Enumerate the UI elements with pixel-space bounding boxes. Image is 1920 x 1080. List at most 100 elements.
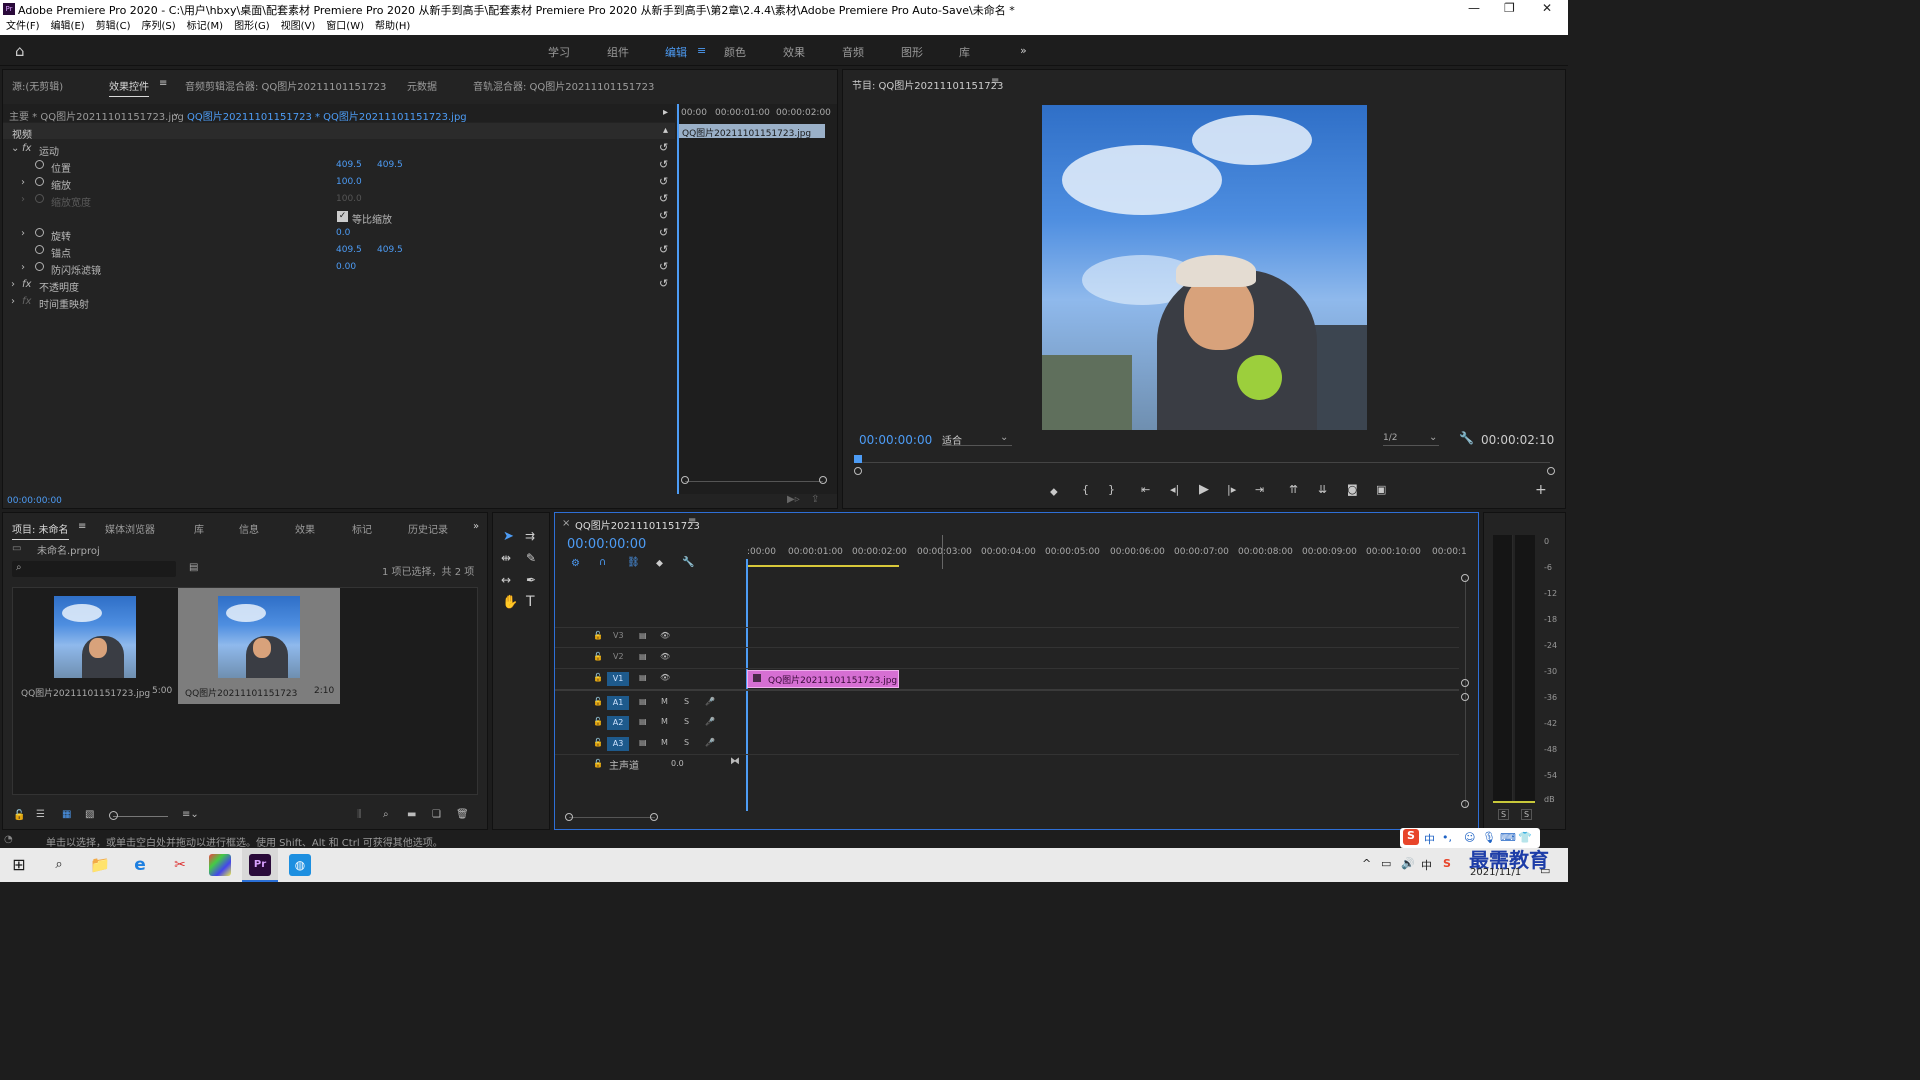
stopwatch-icon[interactable] — [35, 228, 44, 237]
timeline-timecode[interactable]: 00:00:00:00 — [567, 537, 646, 552]
razor-tool-icon[interactable]: ✎ — [526, 551, 536, 565]
mute-button[interactable]: M — [661, 697, 668, 706]
app-icon[interactable] — [209, 854, 231, 876]
scale-value[interactable]: 100.0 — [336, 177, 362, 187]
workspace-learn[interactable]: 学习 — [548, 44, 570, 60]
lock-icon[interactable]: 🔓 — [593, 717, 603, 726]
track-label[interactable]: A1 — [607, 696, 629, 710]
menu-marker[interactable]: 标记(M) — [187, 18, 223, 35]
ime-keyboard-icon[interactable]: ⌨ — [1500, 831, 1516, 844]
reset-icon[interactable]: ↺ — [659, 243, 668, 256]
freeform-view-icon[interactable]: ▧ — [85, 809, 94, 820]
sync-lock-icon[interactable]: ▤ — [639, 673, 647, 682]
scroll-handle-right[interactable] — [650, 813, 658, 821]
solo-button[interactable]: S — [684, 738, 689, 747]
lock-icon[interactable]: 🔓 — [593, 652, 603, 661]
microphone-icon[interactable]: 🎤 — [705, 697, 715, 706]
master-volume-value[interactable]: 0.0 — [671, 759, 684, 768]
solo-left-button[interactable]: S — [1498, 809, 1510, 820]
menu-window[interactable]: 窗口(W) — [326, 18, 364, 35]
app-icon[interactable]: ◍ — [289, 854, 311, 876]
find-icon[interactable]: ⌕ — [383, 809, 389, 820]
volume-icon[interactable]: 🔊 — [1401, 857, 1415, 870]
windows-start-icon[interactable]: ⊞ — [8, 854, 30, 876]
project-item[interactable]: QQ图片20211101151723.jpg 5:00 — [14, 588, 174, 704]
anti-flicker-value[interactable]: 0.00 — [336, 262, 356, 272]
tray-expand-icon[interactable]: ^ — [1362, 857, 1371, 870]
close-icon[interactable]: ✕ — [1542, 1, 1552, 15]
nest-icon[interactable]: ⚙ — [571, 558, 580, 569]
sync-lock-icon[interactable]: ▤ — [639, 738, 647, 747]
position-y-value[interactable]: 409.5 — [377, 160, 403, 170]
program-timecode[interactable]: 00:00:00:00 — [859, 433, 932, 447]
tab-project[interactable]: 项目: 未命名 — [12, 521, 69, 540]
list-view-icon[interactable]: ☰ — [36, 809, 45, 820]
eye-icon[interactable]: 👁 — [660, 652, 670, 661]
lock-icon[interactable]: 🔓 — [593, 673, 603, 682]
tab-audio-track-mixer[interactable]: 音轨混合器: QQ图片20211101151723 — [473, 78, 654, 93]
solo-button[interactable]: S — [684, 717, 689, 726]
reset-icon[interactable]: ↺ — [659, 158, 668, 171]
settings-wrench-icon[interactable]: 🔧 — [682, 557, 694, 568]
anchor-y-value[interactable]: 409.5 — [377, 245, 403, 255]
expand-icon[interactable]: › — [11, 296, 15, 307]
timeline-h-scrollbar[interactable] — [569, 817, 655, 818]
effect-time-remap[interactable]: › fx 时间重映射 — [3, 293, 675, 311]
workspace-color[interactable]: 颜色 — [724, 44, 746, 60]
param-uniform-scale[interactable]: ✓ 等比缩放 ↺ — [3, 208, 675, 226]
zoom-slider-handle[interactable] — [109, 811, 118, 820]
icon-view-icon[interactable]: ▦ — [62, 809, 71, 820]
menu-clip[interactable]: 剪辑(C) — [96, 18, 131, 35]
menu-graphics[interactable]: 图形(G) — [234, 18, 270, 35]
track-expand-icon[interactable]: ⧓ — [730, 756, 740, 767]
stopwatch-icon[interactable] — [35, 160, 44, 169]
menu-help[interactable]: 帮助(H) — [375, 18, 410, 35]
sync-lock-icon[interactable]: ▤ — [639, 717, 647, 726]
step-back-icon[interactable]: ◂| — [1170, 483, 1179, 496]
type-tool-icon[interactable]: T — [526, 594, 535, 610]
hand-tool-icon[interactable]: ✋ — [502, 595, 518, 610]
workspace-editing[interactable]: 编辑 — [665, 44, 687, 60]
reset-icon[interactable]: ↺ — [659, 141, 668, 154]
step-forward-icon[interactable]: |▸ — [1227, 483, 1236, 496]
trash-icon[interactable]: 🗑 — [456, 809, 469, 820]
track-label[interactable]: A2 — [607, 716, 629, 730]
linked-selection-icon[interactable]: ⛓ — [627, 557, 640, 568]
eye-icon[interactable]: 👁 — [660, 631, 670, 640]
automate-icon[interactable]: ⫼ — [357, 809, 362, 820]
stopwatch-icon[interactable] — [35, 262, 44, 271]
ime-tray-icon[interactable]: 中 — [1421, 857, 1432, 873]
slip-tool-icon[interactable]: ↔ — [501, 573, 511, 587]
effect-motion[interactable]: ⌄ fx 运动 ↺ — [3, 140, 675, 158]
eye-icon[interactable]: 👁 — [660, 673, 670, 682]
sync-lock-icon[interactable]: ▤ — [639, 652, 647, 661]
fx-icon[interactable]: fx — [22, 279, 31, 290]
quality-dropdown[interactable]: 1/2 ⌄ — [1383, 432, 1439, 446]
panel-menu-icon[interactable]: ≡ — [159, 78, 167, 89]
add-marker-icon[interactable]: ⬥ — [1050, 485, 1058, 499]
rotation-value[interactable]: 0.0 — [336, 228, 350, 238]
reset-icon[interactable]: ↺ — [659, 277, 668, 290]
tab-info[interactable]: 信息 — [239, 521, 259, 536]
scroll-handle[interactable] — [1461, 679, 1469, 687]
lock-icon[interactable]: 🔓 — [593, 697, 603, 706]
effect-controls-timecode[interactable]: 00:00:00:00 — [7, 496, 62, 506]
tab-markers[interactable]: 标记 — [352, 521, 372, 536]
param-position[interactable]: 位置 409.5 409.5 ↺ — [3, 157, 675, 175]
ime-mic-icon[interactable]: 🎙 — [1482, 831, 1496, 844]
ime-emoji-icon[interactable]: ☺ — [1464, 831, 1475, 844]
play-icon[interactable]: ▶ — [1199, 482, 1209, 497]
lift-icon[interactable]: ⇈ — [1289, 483, 1298, 496]
tab-effects[interactable]: 效果 — [295, 521, 315, 536]
workspace-graphics[interactable]: 图形 — [901, 44, 923, 60]
sync-lock-icon[interactable]: ▤ — [639, 697, 647, 706]
scroll-handle-left[interactable] — [681, 476, 689, 484]
mark-in-icon[interactable]: { — [1082, 483, 1089, 496]
network-icon[interactable]: ▭ — [1381, 857, 1391, 870]
sogou-icon[interactable]: S — [1403, 829, 1419, 845]
workspace-assembly[interactable]: 组件 — [607, 44, 629, 60]
panel-menu-icon[interactable]: ≡ — [991, 76, 999, 87]
go-to-in-icon[interactable]: ⇤ — [1141, 483, 1150, 496]
tab-source[interactable]: 源:(无剪辑) — [12, 78, 63, 93]
workspace-libraries[interactable]: 库 — [959, 44, 970, 60]
